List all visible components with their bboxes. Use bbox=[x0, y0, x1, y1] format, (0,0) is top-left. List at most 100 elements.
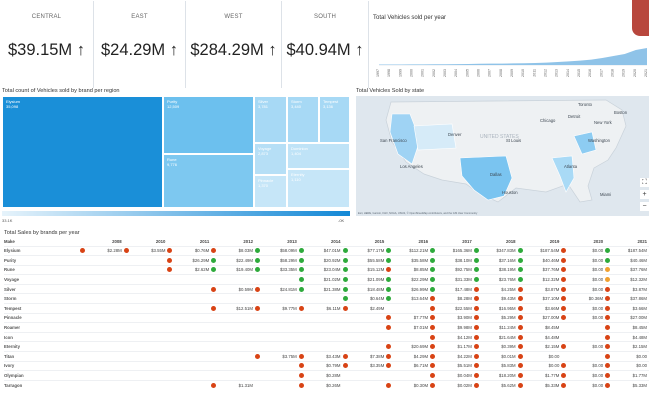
status-dot-icon bbox=[430, 334, 436, 340]
header-year[interactable]: 2021 bbox=[605, 238, 649, 246]
status-dot-icon bbox=[605, 373, 611, 379]
header-year[interactable]: 2016 bbox=[386, 238, 430, 246]
city-label: Houston bbox=[502, 190, 518, 195]
table-row[interactable]: Rune $2.62M $19.40M $33.35M $23.04M $15.12M $8… bbox=[4, 264, 649, 275]
kpi-south[interactable]: SOUTH $40.94M ↑ bbox=[282, 1, 369, 88]
sales-cell bbox=[79, 274, 124, 285]
cell-value: $31.33M bbox=[455, 277, 472, 283]
cell-value: $9.77M bbox=[282, 305, 297, 311]
table-row[interactable]: Storm $0.64M $13.64M $8.28M $9.43M $37.10M $0.… bbox=[4, 293, 649, 304]
header-year[interactable]: 2008 bbox=[80, 238, 124, 246]
treemap-cell-elysium[interactable]: Elysium 35,098 bbox=[2, 96, 163, 208]
us-state-map[interactable]: UNITED STATES Esri, HERE, Garmin, FAO, N… bbox=[356, 96, 649, 216]
sales-cell bbox=[561, 351, 606, 362]
sales-cell: $4.25M bbox=[473, 283, 518, 294]
table-row[interactable]: Elysium $2.28M $3.55M $0.76M $8.03M $58.09M $4… bbox=[4, 245, 649, 256]
header-year[interactable]: 2015 bbox=[343, 238, 387, 246]
row-make: Eternity bbox=[4, 341, 80, 352]
treemap-cell-pinnacle[interactable]: Pinnacle 1,370 bbox=[254, 175, 287, 208]
sales-cell bbox=[254, 341, 299, 352]
sales-cell bbox=[79, 331, 124, 342]
sales-cell: $0.76M bbox=[167, 245, 212, 256]
area-series[interactable] bbox=[379, 48, 647, 65]
sales-cell bbox=[211, 351, 255, 362]
table-row[interactable]: Ivory $0.79M $3.35M $6.71M $5.51M $5.83M $0.00… bbox=[4, 360, 649, 371]
treemap-cell-storm[interactable]: Storm 3,440 bbox=[287, 96, 319, 143]
header-year[interactable]: 2017 bbox=[430, 238, 474, 246]
status-dot-icon bbox=[342, 363, 348, 369]
sales-cell: $0.02M bbox=[430, 379, 474, 390]
zoom-in-button[interactable]: + bbox=[640, 190, 649, 199]
sales-cell: $6.11M bbox=[298, 303, 343, 314]
table-row[interactable]: Titan $3.75M $3.43M $7.38M $4.29M $4.22M $0.01… bbox=[4, 351, 649, 362]
header-year[interactable]: 2013 bbox=[255, 238, 299, 246]
table-row[interactable]: Icon $4.12M $21.64M $4.48M $4.48M bbox=[4, 331, 649, 342]
sales-cell bbox=[123, 283, 168, 294]
table-row[interactable]: Tarragon $1.31M $0.26M $0.30M $0.02M $5.62M $5… bbox=[4, 379, 649, 390]
cell-value: $8.03M bbox=[238, 248, 253, 254]
sales-cell: $40.46M bbox=[517, 255, 562, 266]
state-west[interactable] bbox=[413, 123, 457, 151]
table-row[interactable]: Voyage $21.02M $21.09M $22.29M $31.33M $23.76… bbox=[4, 274, 649, 285]
cell-value: 3,136 bbox=[323, 104, 334, 110]
treemap-cell-silver[interactable]: Silver 3,781 bbox=[254, 96, 287, 143]
status-dot-icon bbox=[473, 277, 479, 283]
table-row[interactable]: Pinnacle $7.77M $3.90M $5.29M $27.00M $0.00 $2… bbox=[4, 312, 649, 323]
status-dot-icon bbox=[517, 277, 523, 283]
status-dot-icon bbox=[517, 305, 523, 311]
fullscreen-icon[interactable]: ⛶ bbox=[640, 178, 649, 187]
header-year[interactable]: 2020 bbox=[561, 238, 605, 246]
table-row[interactable]: Roamer $7.01M $9.98M $11.24M $8.45M $8.45M bbox=[4, 322, 649, 333]
cell-value: $7.01M bbox=[413, 325, 429, 331]
header-year[interactable]: 2012 bbox=[211, 238, 255, 246]
table-row[interactable]: Olympian $0.28M $0.04M $18.20M $1.77M $0.00 $1… bbox=[4, 370, 649, 381]
treemap[interactable]: Elysium 35,098 Purity 12,509 Rune 9,776 Sil… bbox=[2, 96, 350, 208]
zoom-out-button[interactable]: − bbox=[640, 202, 649, 211]
treemap-cell-rune[interactable]: Rune 9,776 bbox=[163, 154, 254, 208]
sales-table[interactable]: Make 2008 2010 2011 2012 2013 2014 2015 2016 2017… bbox=[4, 238, 649, 390]
city-label: Toronto bbox=[578, 102, 593, 107]
sales-cell: $8.45M bbox=[605, 322, 649, 333]
cell-value: $33.35M bbox=[280, 267, 297, 273]
kpi-east[interactable]: EAST $24.29M ↑ bbox=[94, 1, 186, 88]
header-year[interactable]: 2011 bbox=[167, 238, 211, 246]
sales-cell: $0.00 bbox=[561, 283, 606, 294]
header-year[interactable]: 2014 bbox=[299, 238, 343, 246]
cell-value: 2,873 bbox=[258, 151, 269, 157]
treemap-cell-dominion[interactable]: Dominion 1,404 bbox=[287, 143, 350, 169]
kpi-west[interactable]: WEST $284.29M ↑ bbox=[186, 1, 282, 88]
cell-value: $0.00 bbox=[592, 248, 604, 254]
table-row[interactable]: Tempest $12.51M $9.77M $6.11M $2.49M $22.55M $… bbox=[4, 303, 649, 314]
cell-value: $187.54M bbox=[627, 248, 647, 254]
header-year[interactable]: 2010 bbox=[124, 238, 168, 246]
treemap-cell-tempest[interactable]: Tempest 3,136 bbox=[319, 96, 350, 143]
status-dot-icon bbox=[561, 257, 567, 263]
kpi-central[interactable]: CENTRAL $39.15M ↑ bbox=[0, 1, 94, 88]
sales-cell: $37.10M bbox=[517, 293, 562, 304]
header-year[interactable]: 2018 bbox=[474, 238, 518, 246]
cell-value: $38.10M bbox=[455, 257, 472, 263]
cell-value: $3.66M bbox=[632, 305, 647, 311]
cell-value: $26.29M bbox=[192, 257, 210, 263]
status-dot-icon bbox=[517, 382, 523, 388]
kpi-label: EAST bbox=[131, 14, 148, 20]
city-label: Dallas bbox=[490, 172, 502, 177]
area-chart-svg: 1997 1998 1999 2000 2001 2002 2003 2004 2005 2006… bbox=[376, 48, 648, 77]
status-dot-icon bbox=[386, 277, 392, 283]
table-row[interactable]: Purity $26.29M $22.49M $58.29M $20.92M $55.58… bbox=[4, 255, 649, 266]
cell-value: 9,776 bbox=[167, 162, 178, 168]
vehicles-per-year-chart[interactable]: Total Vehicles sold per year 1997 1998 199… bbox=[369, 1, 649, 88]
table-row[interactable]: Silver $0.59M $24.81M $21.38M $18.48M $26.99M… bbox=[4, 283, 649, 294]
table-row[interactable]: Eternity $20.69M $1.17M $0.39M $2.15M $0.00 $2… bbox=[4, 341, 649, 352]
kpi-label: WEST bbox=[224, 14, 243, 20]
status-dot-icon bbox=[473, 296, 479, 302]
header-year[interactable]: 2019 bbox=[518, 238, 562, 246]
sales-cell bbox=[79, 293, 124, 304]
treemap-cell-eternity[interactable]: Eternity 1,110 bbox=[287, 169, 350, 208]
cell-value: $20.92M bbox=[323, 257, 341, 263]
status-dot-icon bbox=[473, 353, 479, 359]
treemap-cell-voyage[interactable]: Voyage 2,873 bbox=[254, 143, 287, 175]
treemap-cell-purity[interactable]: Purity 12,509 bbox=[163, 96, 254, 154]
status-dot-icon bbox=[430, 296, 436, 302]
sales-cell: $47.01M bbox=[298, 245, 343, 256]
